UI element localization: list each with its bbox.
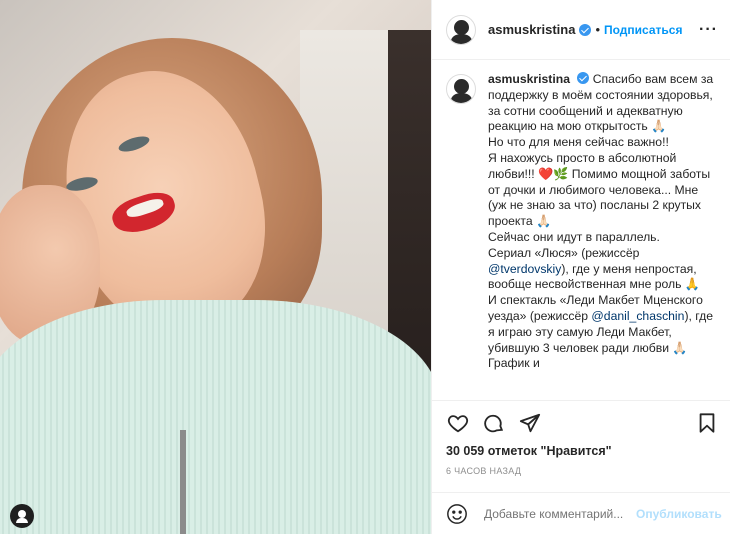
likes-number: 30 059 (446, 444, 485, 458)
follow-button[interactable]: Подписаться (604, 23, 682, 37)
avatar[interactable] (446, 14, 476, 45)
likes-label-mid: отметок (484, 444, 541, 458)
comment-input[interactable] (482, 505, 636, 522)
post-comment-button[interactable]: Опубликовать (636, 507, 722, 521)
comment-icon[interactable] (482, 411, 506, 435)
header-separator: • (595, 22, 600, 37)
verified-badge-icon (579, 23, 592, 36)
caption-username[interactable]: asmuskristina (488, 72, 570, 86)
tagged-user-icon[interactable] (10, 504, 34, 528)
likes-count[interactable]: 30 059 отметок "Нравится" (446, 444, 612, 458)
post-sidebar: asmuskristina • Подписаться ··· asmuskri… (431, 0, 730, 534)
share-icon[interactable] (518, 411, 542, 435)
caption-avatar[interactable] (446, 74, 476, 104)
caption-verified-icon (577, 72, 590, 84)
heart-icon[interactable] (446, 411, 470, 435)
bookmark-icon[interactable] (695, 411, 719, 435)
caption-body: Спасибо вам всем за поддержку в моём сос… (488, 72, 714, 260)
comment-box: Опубликовать (432, 492, 730, 534)
caption-text: asmuskristina Спасибо вам всем за поддер… (488, 72, 717, 400)
photo-sweater (0, 300, 431, 534)
caption: asmuskristina Спасибо вам всем за поддер… (432, 60, 730, 400)
likes-label-end: "Нравится" (540, 444, 612, 458)
mention-danil-chaschin[interactable]: @danil_chaschin (591, 309, 684, 323)
post-timestamp[interactable]: 6 часов назад (446, 466, 521, 476)
photo-zipper (180, 430, 186, 534)
post-photo[interactable] (0, 0, 431, 534)
more-options-icon[interactable]: ··· (699, 21, 718, 39)
mention-tverdovskiy[interactable]: @tverdovskiy (488, 262, 561, 276)
emoji-icon[interactable] (446, 503, 468, 525)
post-header: asmuskristina • Подписаться ··· (432, 0, 730, 60)
header-username[interactable]: asmuskristina (488, 22, 575, 37)
